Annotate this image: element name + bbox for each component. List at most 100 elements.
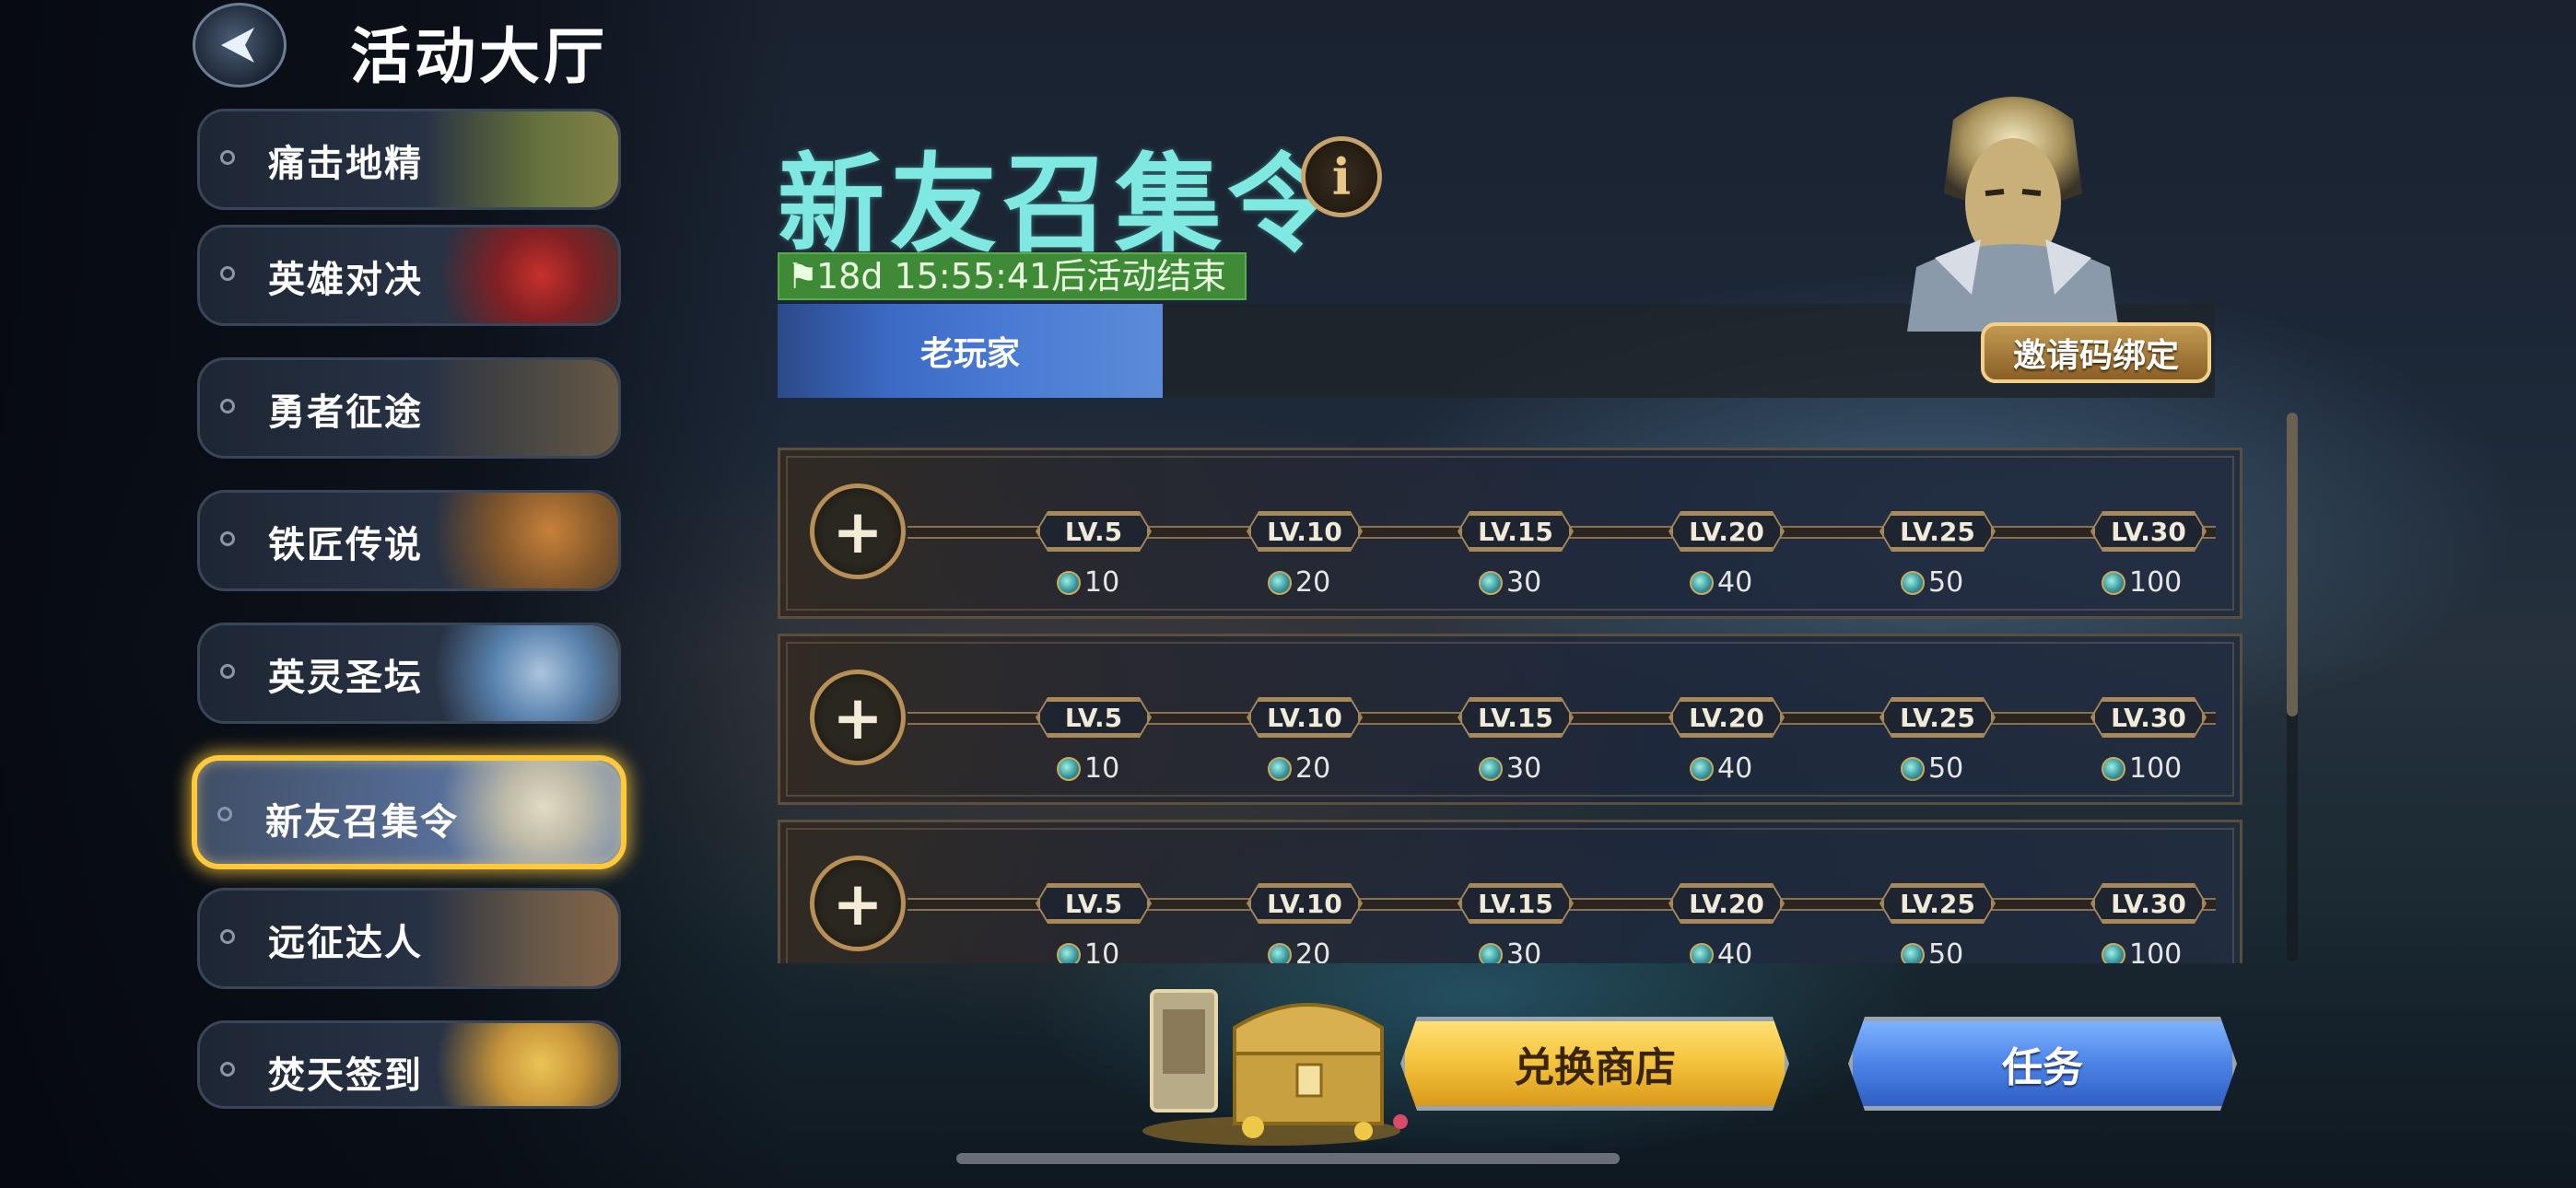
reward-amount: 100 xyxy=(2129,566,2183,599)
reward-item: 20 xyxy=(1268,938,1330,963)
add-friend-button[interactable]: + xyxy=(810,856,906,951)
sidebar-item-blacksmith-legend[interactable]: 铁匠传说 xyxy=(197,490,621,591)
reward-item: 10 xyxy=(1057,752,1119,786)
reward-item: 50 xyxy=(1901,752,1963,786)
level-badge: LV.25 xyxy=(1881,513,1994,550)
sidebar-item-label: 勇者征途 xyxy=(268,391,423,434)
flag-icon: ⚑ xyxy=(787,256,819,297)
reward-item: 40 xyxy=(1690,938,1752,963)
reward-item: 30 xyxy=(1479,566,1541,600)
bullet-icon xyxy=(217,807,232,821)
reward-item: 10 xyxy=(1057,566,1119,600)
altar-cube-art xyxy=(425,625,618,721)
paladin-portrait xyxy=(1907,97,2119,332)
sidebar-item-expedition-master[interactable]: 远征达人 xyxy=(197,888,621,989)
sidebar-item-label: 新友召集令 xyxy=(265,801,459,844)
reward-amount: 100 xyxy=(2129,938,2183,963)
reward-item: 40 xyxy=(1690,566,1752,600)
reward-amount: 40 xyxy=(1717,938,1753,963)
level-badge: LV.20 xyxy=(1670,513,1783,550)
goblin-art xyxy=(425,111,618,207)
crystal-coin-icon xyxy=(1690,757,1714,781)
slot-list-scrollbar[interactable] xyxy=(2287,413,2298,961)
reward-item: 100 xyxy=(2102,566,2182,600)
level-badge: LV.5 xyxy=(1037,513,1150,550)
crystal-coin-icon xyxy=(1479,943,1503,963)
bullet-icon xyxy=(220,531,235,546)
sidebar-item-label: 英灵圣坛 xyxy=(268,657,423,699)
reward-item: 30 xyxy=(1479,938,1541,963)
level-badge: LV.15 xyxy=(1459,885,1572,922)
task-button[interactable]: 任务 xyxy=(1848,1017,2237,1111)
invite-code-bind-button[interactable]: 邀请码绑定 xyxy=(1981,322,2211,383)
blacksmith-art xyxy=(425,493,618,588)
flame-beast-art xyxy=(425,1023,618,1106)
sidebar-item-label: 英雄对决 xyxy=(268,259,423,301)
level-badge: LV.10 xyxy=(1248,699,1361,736)
bullet-icon xyxy=(220,664,235,679)
sidebar-item-friend-recruit[interactable]: 新友召集令 xyxy=(192,755,626,869)
treasure-chest-icon xyxy=(1142,989,1408,1146)
sidebar-item-burning-checkin[interactable]: 焚天签到 xyxy=(197,1020,621,1109)
reward-item: 50 xyxy=(1901,566,1963,600)
reward-amount: 10 xyxy=(1084,752,1120,785)
reward-amount: 50 xyxy=(1928,938,1964,963)
sidebar-item-spirit-altar[interactable]: 英灵圣坛 xyxy=(197,623,621,724)
add-friend-button[interactable]: + xyxy=(810,483,906,579)
warrior-art xyxy=(425,360,618,456)
bullet-icon xyxy=(220,929,235,944)
reward-amount: 20 xyxy=(1295,752,1331,785)
sidebar-item-label: 远征达人 xyxy=(268,922,423,964)
reward-item: 30 xyxy=(1479,752,1541,786)
crystal-coin-icon xyxy=(2102,571,2125,595)
reward-amount: 30 xyxy=(1506,566,1542,599)
sidebar-item-label: 焚天签到 xyxy=(268,1054,423,1097)
exchange-shop-button[interactable]: 兑换商店 xyxy=(1400,1017,1789,1111)
sidebar-item-goblin-smash[interactable]: 痛击地精 xyxy=(197,109,621,210)
reward-amount: 20 xyxy=(1295,938,1331,963)
sidebar-item-label: 铁匠传说 xyxy=(268,524,423,566)
level-badge: LV.15 xyxy=(1459,699,1572,736)
bullet-icon xyxy=(220,266,235,281)
timer-text: 18d 15:55:41后活动结束 xyxy=(816,256,1227,297)
home-indicator[interactable] xyxy=(956,1153,1620,1164)
reward-item: 40 xyxy=(1690,752,1752,786)
reward-item: 20 xyxy=(1268,752,1330,786)
reward-amount: 50 xyxy=(1928,752,1964,785)
reward-amount: 100 xyxy=(2129,752,2183,785)
crystal-coin-icon xyxy=(1057,757,1081,781)
reward-amount: 40 xyxy=(1717,752,1753,785)
level-badge: LV.5 xyxy=(1037,699,1150,736)
reward-amount: 40 xyxy=(1717,566,1753,599)
reward-amount: 10 xyxy=(1084,566,1120,599)
sidebar-item-hero-duel[interactable]: 英雄对决 xyxy=(197,225,621,326)
level-badge: LV.15 xyxy=(1459,513,1572,550)
info-icon[interactable]: i xyxy=(1301,136,1382,217)
reward-item: 50 xyxy=(1901,938,1963,963)
reward-amount: 10 xyxy=(1084,938,1120,963)
scrollbar-thumb[interactable] xyxy=(2287,413,2298,716)
invite-slot: + LV.5 10 LV.10 20 LV.15 30 LV.20 40 LV.… xyxy=(778,448,2242,619)
crystal-coin-icon xyxy=(1268,757,1292,781)
crystal-coin-icon xyxy=(1901,571,1925,595)
level-badge: LV.20 xyxy=(1670,699,1783,736)
level-badge: LV.30 xyxy=(2092,513,2205,550)
invite-slot: + LV.5 10 LV.10 20 LV.15 30 LV.20 40 LV.… xyxy=(778,634,2242,805)
reward-item: 100 xyxy=(2102,752,2182,786)
reward-item: 100 xyxy=(2102,938,2182,963)
crystal-coin-icon xyxy=(1690,571,1714,595)
level-badge: LV.20 xyxy=(1670,885,1783,922)
crystal-coin-icon xyxy=(2102,943,2125,963)
sidebar-item-hero-journey[interactable]: 勇者征途 xyxy=(197,357,621,459)
tab-veteran-player[interactable]: 老玩家 xyxy=(778,304,1163,398)
bullet-icon xyxy=(220,150,235,165)
event-title: 新友召集令 xyxy=(778,143,1340,267)
invite-slot-list: + LV.5 10 LV.10 20 LV.15 30 LV.20 40 LV.… xyxy=(778,448,2242,963)
event-timer: ⚑ 18d 15:55:41后活动结束 xyxy=(778,252,1247,300)
crystal-coin-icon xyxy=(1479,571,1503,595)
back-button[interactable] xyxy=(184,3,295,87)
reward-amount: 30 xyxy=(1506,752,1542,785)
crystal-coin-icon xyxy=(1901,943,1925,963)
level-badge: LV.25 xyxy=(1881,699,1994,736)
add-friend-button[interactable]: + xyxy=(810,670,906,765)
